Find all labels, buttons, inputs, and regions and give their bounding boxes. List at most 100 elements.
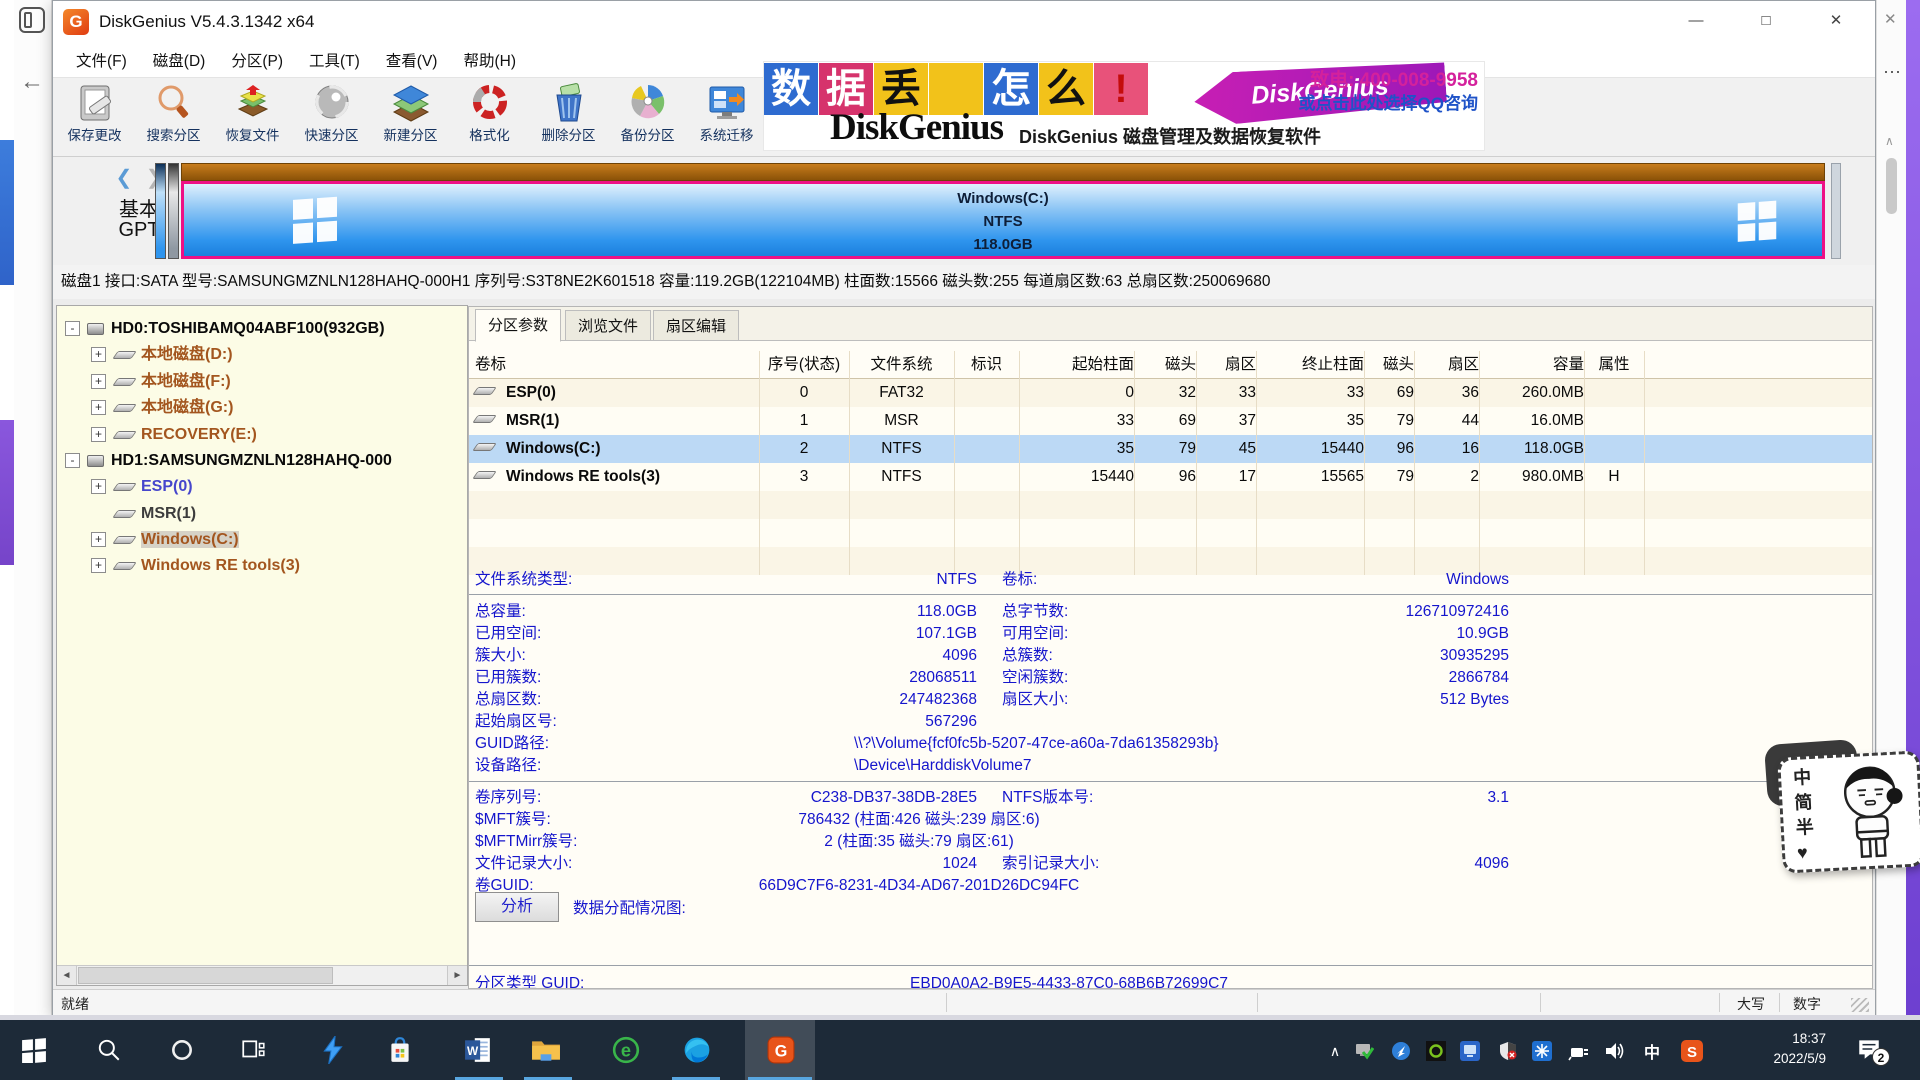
cortana-button[interactable] [166, 1034, 198, 1066]
disk-bar-scroll[interactable] [1831, 163, 1841, 259]
toolbar-backup-partition[interactable]: 备份分区 [608, 81, 687, 155]
toolbar-format[interactable]: 格式化 [450, 81, 529, 155]
menu-item-view[interactable]: 查看(V) [373, 49, 451, 71]
header-cell: 容量 [1479, 351, 1584, 379]
task-view-button[interactable] [237, 1034, 269, 1066]
tree-item-local-d[interactable]: +本地磁盘(D:) [57, 342, 467, 368]
tray-expand-icon[interactable]: ∧ [1324, 1040, 1346, 1062]
scroll-up-icon[interactable]: ∧ [1885, 134, 1894, 148]
taskbar-search-button[interactable] [93, 1034, 125, 1066]
msr-partition-strip[interactable] [168, 163, 179, 259]
tray-nvidia-icon[interactable] [1425, 1040, 1447, 1062]
expander-icon[interactable]: + [91, 532, 106, 547]
taskbar-clock[interactable]: 18:37 2022/5/9 [1722, 1029, 1826, 1069]
more-options-icon[interactable]: ⋯ [1883, 62, 1901, 83]
menu-item-tools[interactable]: 工具(T) [296, 49, 373, 71]
tree-item-local-g[interactable]: +本地磁盘(G:) [57, 395, 467, 421]
tree-item-hd0[interactable]: -HD0:TOSHIBAMQ04ABF100(932GB) [57, 316, 467, 342]
toolbar-delete-partition[interactable]: 删除分区 [529, 81, 608, 155]
notification-center-button[interactable]: 2 [1856, 1036, 1886, 1064]
tree-item-hd1[interactable]: -HD1:SAMSUNGMZNLN128HAHQ-000 [57, 448, 467, 474]
back-icon[interactable]: ← [20, 68, 44, 96]
tray-snowflake-icon[interactable] [1531, 1040, 1553, 1062]
tree-item-local-f[interactable]: +本地磁盘(F:) [57, 369, 467, 395]
partition-type-guid-label: 分区类型 GUID: [475, 973, 584, 989]
maximize-button[interactable]: □ [1743, 5, 1789, 37]
store-icon [387, 1036, 413, 1064]
tree-item-recovery-e[interactable]: +RECOVERY(E:) [57, 422, 467, 448]
expander-icon[interactable]: + [91, 558, 106, 573]
expander-icon[interactable]: + [91, 347, 106, 362]
taskbar-store[interactable] [384, 1034, 416, 1066]
analyze-button[interactable]: 分析 [475, 892, 559, 922]
taskbar-ie[interactable]: e [610, 1034, 642, 1066]
table-row-windows-re[interactable]: Windows RE tools(3) 3NTFS 154409617 1556… [469, 463, 1872, 491]
taskbar-lightning-app[interactable] [317, 1034, 349, 1066]
tab-partition-params[interactable]: 分区参数 [475, 309, 561, 342]
tab-sector-edit[interactable]: 扇区编辑 [653, 310, 739, 341]
tray-power-plug-icon[interactable] [1568, 1040, 1590, 1062]
table-row-esp[interactable]: ESP(0) 0FAT32 03233 336936 260.0MB [469, 379, 1872, 407]
tray-messenger-icon[interactable] [1390, 1040, 1412, 1062]
expander-icon[interactable]: - [65, 453, 80, 468]
toolbar-recover-files[interactable]: 恢复文件 [213, 81, 292, 155]
tray-security-shield-icon[interactable] [1497, 1040, 1519, 1062]
ad-banner[interactable]: 数 据 丢 怎 么 ! DiskGenius DiskGenius 致电: 40… [763, 61, 1485, 151]
scroll-right-button[interactable]: ► [447, 966, 467, 985]
start-button[interactable] [18, 1034, 50, 1066]
table-row-windows-c-selected[interactable]: Windows(C:) 2NTFS 357945 154409616 118.0… [469, 435, 1872, 463]
taskbar-word[interactable]: W [462, 1034, 494, 1066]
toolbar-save-changes[interactable]: 保存更改 [55, 81, 134, 155]
tree-item-msr[interactable]: MSR(1) [57, 501, 467, 527]
toolbar-new-partition[interactable]: 新建分区 [371, 81, 450, 155]
partition-windows-c-bar[interactable]: Windows(C:) NTFS 118.0GB [181, 181, 1825, 259]
close-button[interactable]: ✕ [1813, 5, 1859, 37]
menu-item-file[interactable]: 文件(F) [63, 49, 140, 71]
menu-item-disk[interactable]: 磁盘(D) [140, 49, 219, 71]
tree-hscrollbar[interactable]: ◄ ► [57, 965, 467, 985]
detail-row: 卷序列号:C238-DB37-38DB-28E5NTFS版本号:3.1 [469, 787, 1872, 809]
taskbar-diskgenius-active[interactable]: G [745, 1020, 815, 1080]
tray-sogou-icon[interactable]: S [1681, 1040, 1703, 1062]
tray-volume-icon[interactable] [1604, 1040, 1626, 1062]
toolbar-quick-partition[interactable]: 快速分区 [292, 81, 371, 155]
tree-item-windows-re[interactable]: +Windows RE tools(3) [57, 553, 467, 579]
resize-grip[interactable] [1851, 998, 1869, 1012]
tray-pc-check-icon[interactable] [1353, 1040, 1375, 1062]
expander-icon[interactable]: + [91, 427, 106, 442]
scroll-left-button[interactable]: ◄ [57, 966, 77, 985]
scrollbar-thumb[interactable] [1886, 158, 1897, 214]
window-tab-icon [19, 7, 45, 33]
folder-icon [531, 1037, 561, 1063]
toolbar-system-migration[interactable]: 系统迁移 [687, 81, 766, 155]
tree-item-esp[interactable]: +ESP(0) [57, 474, 467, 500]
statusbar: 就绪 大写 数字 [53, 989, 1875, 1015]
menu-item-help[interactable]: 帮助(H) [450, 49, 529, 71]
diskgenius-icon: G [765, 1034, 797, 1066]
minimize-button[interactable]: — [1673, 5, 1719, 37]
expander-icon[interactable]: + [91, 374, 106, 389]
disk-info-line: 磁盘1 接口:SATA 型号:SAMSUNGMZNLN128HAHQ-000H1… [53, 265, 1875, 299]
disk-prev-button[interactable]: ❮ [115, 167, 132, 189]
toolbar-search-partition[interactable]: 搜索分区 [134, 81, 213, 155]
clock-time: 18:37 [1722, 1029, 1826, 1049]
windows-start-icon [21, 1037, 47, 1063]
esp-partition-strip[interactable] [155, 163, 166, 259]
ad-qq-link[interactable]: 或点击此处选择QQ咨询 [1299, 89, 1478, 114]
taskbar-file-explorer[interactable] [530, 1034, 562, 1066]
expander-icon[interactable]: + [91, 479, 106, 494]
ime-status-widget[interactable]: 中简半♥ [1777, 750, 1920, 873]
expander-icon[interactable]: + [91, 400, 106, 415]
tray-ime-indicator[interactable]: 中 [1641, 1040, 1663, 1062]
tree-item-windows-c[interactable]: +Windows(C:) [57, 527, 467, 553]
taskbar-edge[interactable] [681, 1034, 713, 1066]
table-row-msr[interactable]: MSR(1) 1MSR 336937 357944 16.0MB [469, 407, 1872, 435]
detail-row: 已用空间:107.1GB可用空间:10.9GB [469, 623, 1872, 645]
menu-item-partition[interactable]: 分区(P) [218, 49, 296, 71]
behind-close-icon[interactable]: ✕ [1884, 10, 1897, 28]
tray-intel-graphics-icon[interactable] [1459, 1040, 1481, 1062]
tab-browse-files[interactable]: 浏览文件 [565, 310, 651, 341]
scroll-thumb[interactable] [78, 967, 333, 984]
toolbar-label: 删除分区 [529, 124, 608, 144]
expander-icon[interactable]: - [65, 321, 80, 336]
